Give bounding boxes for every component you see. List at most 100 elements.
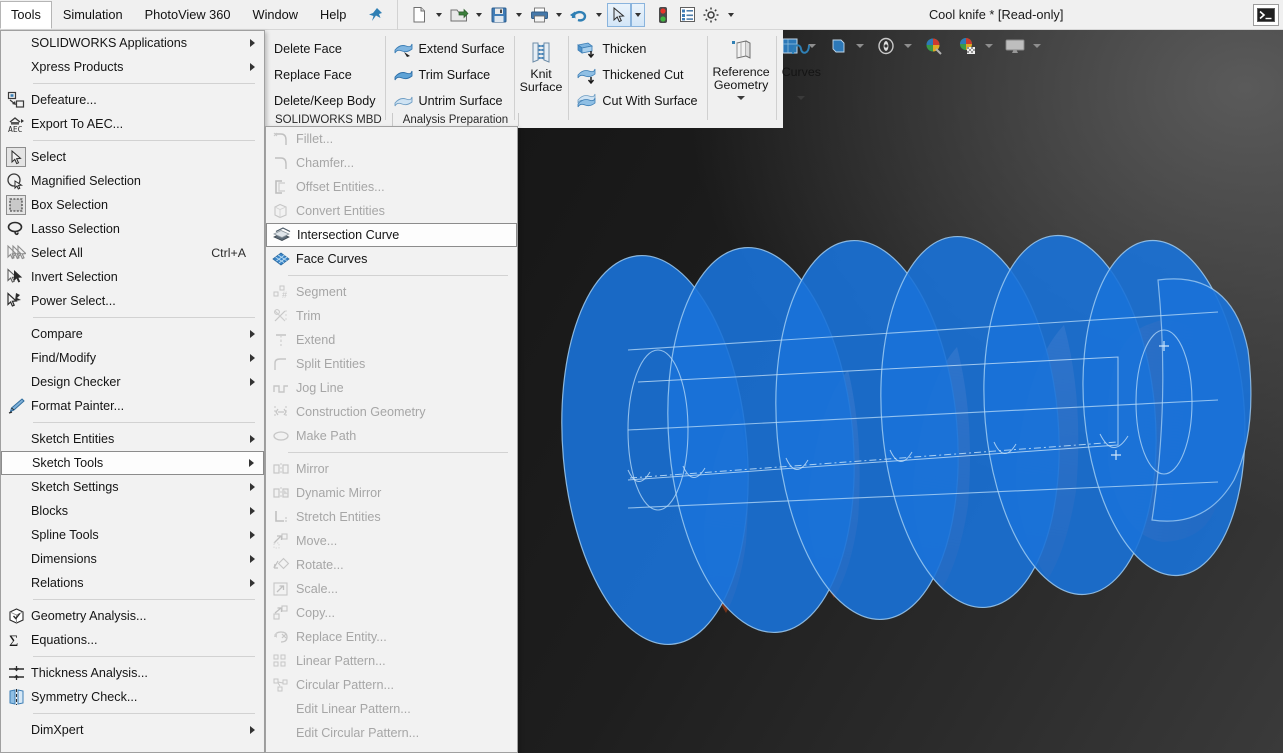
- menu-item-dimensions[interactable]: Dimensions: [1, 547, 264, 571]
- chevron-down-icon[interactable]: [797, 96, 806, 100]
- menu-item-find-modify[interactable]: Find/Modify: [1, 346, 264, 370]
- chevron-down-icon[interactable]: [985, 44, 993, 48]
- menu-item-compare[interactable]: Compare: [1, 322, 264, 346]
- menu-item-geometry-analysis[interactable]: Geometry Analysis...: [1, 604, 264, 628]
- submenu-item-replace-entity[interactable]: Replace Entity...: [266, 625, 517, 649]
- menu-bar[interactable]: Tools Simulation PhotoView 360 Window He…: [0, 0, 357, 30]
- chevron-down-icon[interactable]: [728, 12, 735, 17]
- menu-item-dimxpert[interactable]: DimXpert: [1, 718, 264, 742]
- pin-menu-button[interactable]: [357, 7, 397, 23]
- cut-with-surface-button[interactable]: Cut With Surface: [577, 88, 698, 114]
- menu-item-equations[interactable]: Σ Equations...: [1, 628, 264, 652]
- graphics-viewport[interactable]: A: [518, 30, 1283, 753]
- hide-show-items-icon[interactable]: [827, 35, 849, 57]
- chevron-down-icon[interactable]: [904, 44, 912, 48]
- menu-item-xpress-products[interactable]: Xpress Products: [1, 55, 264, 79]
- menu-simulation[interactable]: Simulation: [52, 1, 134, 29]
- submenu-item-chamfer[interactable]: Chamfer...: [266, 151, 517, 175]
- submenu-item-split-entities[interactable]: Split Entities: [266, 352, 517, 376]
- menu-item-format-painter[interactable]: Format Painter...: [1, 394, 264, 418]
- settings-gear-icon[interactable]: [699, 3, 723, 27]
- submenu-item-copy[interactable]: Copy...: [266, 601, 517, 625]
- submenu-item-linear-pattern[interactable]: Linear Pattern...: [266, 649, 517, 673]
- menu-item-select[interactable]: Select: [1, 145, 264, 169]
- apply-scene-checker-icon[interactable]: [956, 35, 978, 57]
- submenu-item-construction-geometry[interactable]: Construction Geometry: [266, 400, 517, 424]
- model-3d-render[interactable]: [518, 30, 1283, 753]
- tab-solidworks-mbd[interactable]: SOLIDWORKS MBD: [265, 113, 393, 126]
- menu-item-export-to-aec[interactable]: AEC Export To AEC...: [1, 112, 264, 136]
- quick-access-toolbar[interactable]: [397, 0, 739, 30]
- submenu-item-trim[interactable]: Trim: [266, 304, 517, 328]
- view-setting-screen-icon[interactable]: [1004, 35, 1026, 57]
- menu-item-select-all[interactable]: Select All Ctrl+A: [1, 241, 264, 265]
- edit-appearance-icon[interactable]: [875, 35, 897, 57]
- undo-icon[interactable]: [567, 3, 591, 27]
- menu-item-sketch-entities[interactable]: Sketch Entities: [1, 427, 264, 451]
- submenu-item-move[interactable]: Move...: [266, 529, 517, 553]
- tools-menu-dropdown[interactable]: SOLIDWORKS Applications Xpress Products …: [0, 30, 265, 753]
- chevron-down-icon[interactable]: [596, 12, 603, 17]
- menu-item-symmetry-check[interactable]: Symmetry Check...: [1, 685, 264, 709]
- submenu-item-offset-entities[interactable]: Offset Entities...: [266, 175, 517, 199]
- apply-scene-icon[interactable]: [923, 35, 945, 57]
- tab-analysis-preparation[interactable]: Analysis Preparation: [393, 113, 520, 126]
- menu-photoview-360[interactable]: PhotoView 360: [134, 1, 242, 29]
- delete-keep-body-button[interactable]: Delete/Keep Body: [274, 88, 376, 114]
- submenu-item-rotate[interactable]: Rotate...: [266, 553, 517, 577]
- submenu-item-fillet[interactable]: Fillet...: [266, 127, 517, 151]
- submenu-item-mirror[interactable]: Mirror: [266, 457, 517, 481]
- chevron-down-icon[interactable]: [556, 12, 563, 17]
- menu-item-design-checker[interactable]: Design Checker: [1, 370, 264, 394]
- submenu-item-dynamic-mirror[interactable]: Dynamic Mirror: [266, 481, 517, 505]
- submenu-item-edit-linear-pattern[interactable]: Edit Linear Pattern...: [266, 697, 517, 721]
- menu-item-power-select[interactable]: Power Select...: [1, 289, 264, 313]
- menu-item-sketch-tools[interactable]: Sketch Tools: [1, 451, 264, 475]
- sketch-tools-submenu[interactable]: Fillet... Chamfer... Offset Entities... …: [265, 126, 518, 753]
- submenu-item-convert-entities[interactable]: Convert Entities: [266, 199, 517, 223]
- pushpin-icon[interactable]: [367, 7, 383, 23]
- menu-item-box-selection[interactable]: Box Selection: [1, 193, 264, 217]
- menu-item-invert-selection[interactable]: Invert Selection: [1, 265, 264, 289]
- menu-item-relations[interactable]: Relations: [1, 571, 264, 595]
- menu-item-lasso-selection[interactable]: Lasso Selection: [1, 217, 264, 241]
- chevron-down-icon[interactable]: [436, 12, 443, 17]
- untrim-surface-button[interactable]: Untrim Surface: [394, 88, 505, 114]
- save-icon[interactable]: [487, 3, 511, 27]
- rebuild-traffic-light-icon[interactable]: [651, 3, 675, 27]
- thickened-cut-button[interactable]: Thickened Cut: [577, 62, 697, 88]
- submenu-item-make-path[interactable]: Make Path: [266, 424, 517, 448]
- chevron-down-icon[interactable]: [1033, 44, 1041, 48]
- chevron-down-icon[interactable]: [737, 96, 746, 100]
- submenu-item-edit-circular-pattern[interactable]: Edit Circular Pattern...: [266, 721, 517, 745]
- select-mode-dropdown[interactable]: [631, 2, 646, 27]
- open-folder-icon[interactable]: [447, 3, 471, 27]
- thicken-button[interactable]: Thicken: [577, 36, 697, 62]
- menu-item-solidworks-applications[interactable]: SOLIDWORKS Applications: [1, 31, 264, 55]
- submenu-item-extend[interactable]: Extend: [266, 328, 517, 352]
- options-list-icon[interactable]: [675, 3, 699, 27]
- menu-item-defeature[interactable]: Defeature...: [1, 88, 264, 112]
- submenu-item-jog-line[interactable]: Jog Line: [266, 376, 517, 400]
- reference-geometry-button[interactable]: Reference Geometry: [706, 30, 776, 128]
- menu-window[interactable]: Window: [241, 1, 309, 29]
- submenu-item-face-curves[interactable]: Face Curves: [266, 247, 517, 271]
- new-document-icon[interactable]: [407, 3, 431, 27]
- menu-item-blocks[interactable]: Blocks: [1, 499, 264, 523]
- extend-surface-button[interactable]: Extend Surface: [394, 36, 505, 62]
- trim-surface-button[interactable]: Trim Surface: [394, 62, 505, 88]
- curves-button[interactable]: Curves: [775, 30, 827, 128]
- select-cursor-icon[interactable]: [607, 2, 632, 27]
- submenu-item-segment[interactable]: # Segment: [266, 280, 517, 304]
- menu-item-spline-tools[interactable]: Spline Tools: [1, 523, 264, 547]
- menu-item-magnified-selection[interactable]: Magnified Selection: [1, 169, 264, 193]
- console-icon[interactable]: [1253, 3, 1279, 26]
- print-icon[interactable]: [527, 3, 551, 27]
- menu-help[interactable]: Help: [309, 1, 357, 29]
- submenu-item-scale[interactable]: Scale...: [266, 577, 517, 601]
- submenu-item-circular-pattern[interactable]: Circular Pattern...: [266, 673, 517, 697]
- replace-face-button[interactable]: Replace Face: [274, 62, 376, 88]
- chevron-down-icon[interactable]: [476, 12, 483, 17]
- submenu-item-stretch-entities[interactable]: Stretch Entities: [266, 505, 517, 529]
- menu-tools[interactable]: Tools: [0, 0, 52, 29]
